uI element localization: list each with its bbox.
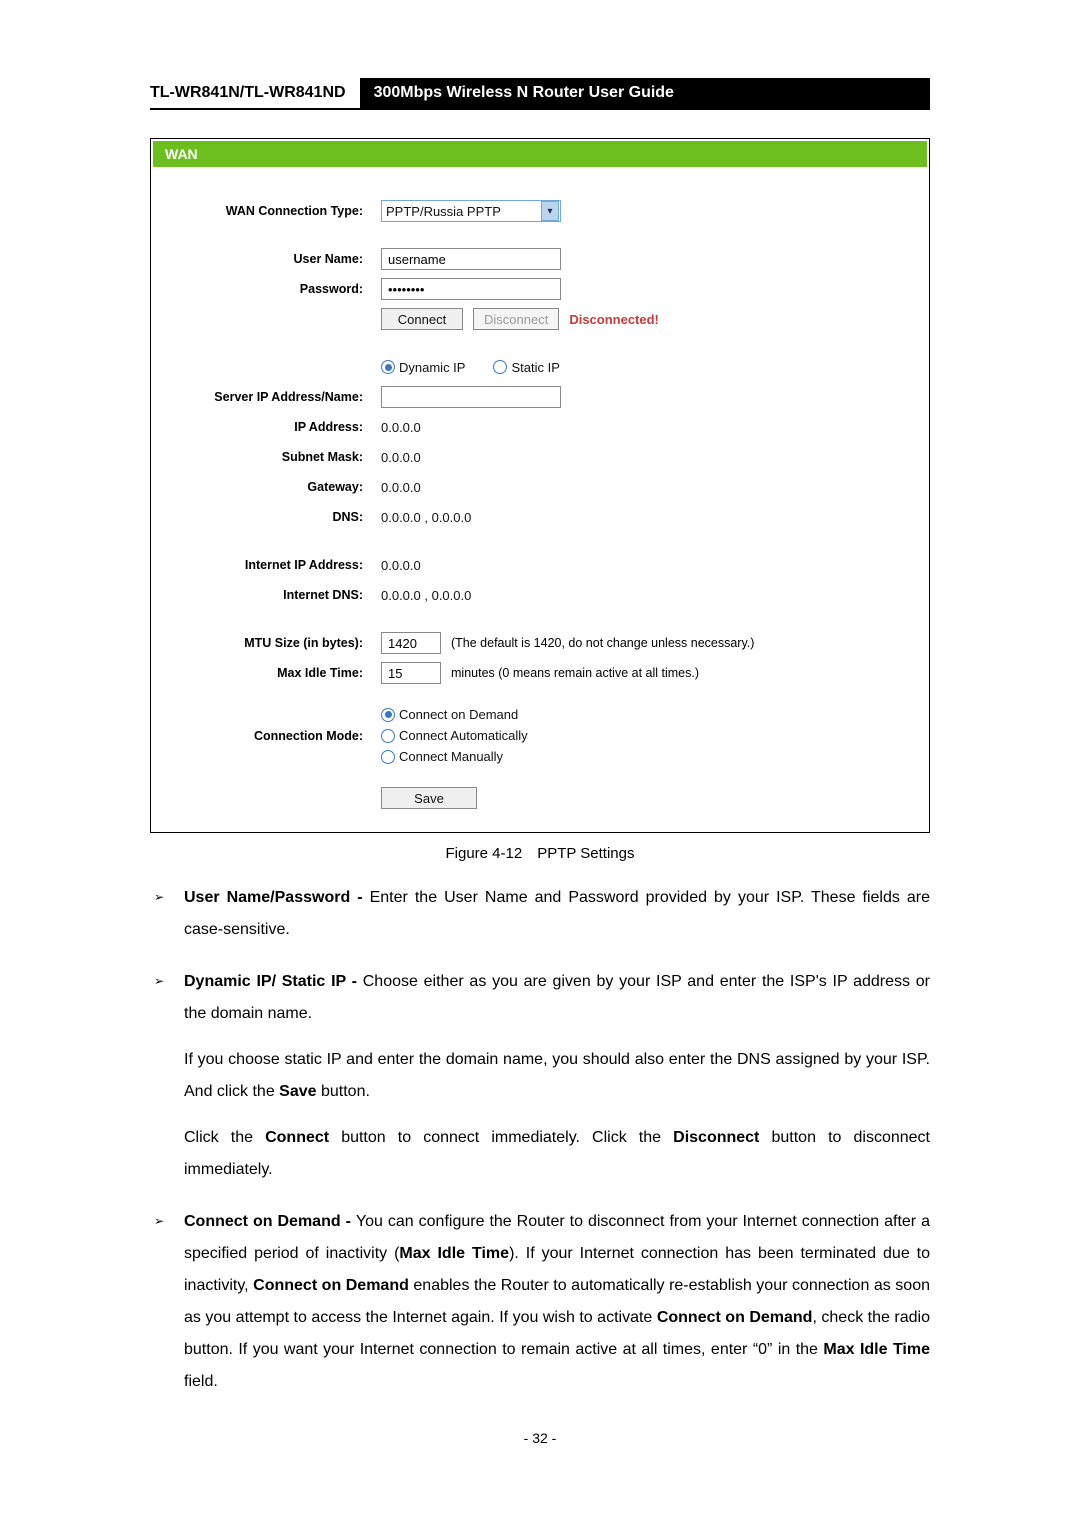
radio-icon <box>381 750 395 764</box>
connection-status: Disconnected! <box>569 312 659 327</box>
label-ip-address: IP Address: <box>153 420 381 434</box>
bullet-heading: User Name/Password - <box>184 889 370 906</box>
internet-dns-value: 0.0.0.0 , 0.0.0.0 <box>381 588 471 603</box>
max-idle-hint: minutes (0 means remain active at all ti… <box>451 666 699 680</box>
wan-connection-type-value: PPTP/Russia PPTP <box>386 204 501 219</box>
save-button[interactable]: Save <box>381 787 477 809</box>
radio-icon <box>381 708 395 722</box>
text-run: field. <box>184 1373 218 1390</box>
label-connection-mode: Connection Mode: <box>153 729 381 743</box>
text-max-idle-time: Max Idle Time <box>823 1341 930 1358</box>
text-save: Save <box>279 1083 316 1100</box>
label-user-name: User Name: <box>153 252 381 266</box>
label-subnet-mask: Subnet Mask: <box>153 450 381 464</box>
connect-button[interactable]: Connect <box>381 308 463 330</box>
label-internet-dns: Internet DNS: <box>153 588 381 602</box>
bullet-heading: Dynamic IP/ Static IP - <box>184 973 363 990</box>
conn-mode-auto-radio[interactable]: Connect Automatically <box>381 728 528 743</box>
list-item: Dynamic IP/ Static IP - Choose either as… <box>150 966 930 1186</box>
label-mtu: MTU Size (in bytes): <box>153 636 381 650</box>
text-disconnect: Disconnect <box>673 1129 759 1146</box>
wan-connection-type-dropdown[interactable]: PPTP/Russia PPTP ▾ <box>381 200 561 222</box>
label-max-idle: Max Idle Time: <box>153 666 381 680</box>
ip-address-value: 0.0.0.0 <box>381 420 421 435</box>
bullet-heading: Connect on Demand - <box>184 1213 356 1230</box>
label-internet-ip: Internet IP Address: <box>153 558 381 572</box>
mtu-hint: (The default is 1420, do not change unle… <box>451 636 754 650</box>
radio-icon <box>493 360 507 374</box>
label-password: Password: <box>153 282 381 296</box>
header-title: 300Mbps Wireless N Router User Guide <box>360 78 930 108</box>
conn-mode-on-demand-label: Connect on Demand <box>399 707 518 722</box>
body-text: User Name/Password - Enter the User Name… <box>150 882 930 1398</box>
server-ip-input[interactable] <box>381 386 561 408</box>
text-run: button. <box>317 1083 370 1100</box>
ip-mode-static-radio[interactable]: Static IP <box>493 360 559 375</box>
ip-mode-dynamic-radio[interactable]: Dynamic IP <box>381 360 465 375</box>
conn-mode-manual-radio[interactable]: Connect Manually <box>381 749 503 764</box>
conn-mode-manual-label: Connect Manually <box>399 749 503 764</box>
ip-mode-static-label: Static IP <box>511 360 559 375</box>
mtu-input[interactable] <box>381 632 441 654</box>
user-name-input[interactable] <box>381 248 561 270</box>
list-item: Connect on Demand - You can configure th… <box>150 1206 930 1398</box>
chevron-down-icon: ▾ <box>541 201 559 221</box>
list-item: User Name/Password - Enter the User Name… <box>150 882 930 946</box>
gateway-value: 0.0.0.0 <box>381 480 421 495</box>
ip-mode-dynamic-label: Dynamic IP <box>399 360 465 375</box>
page-header: TL-WR841N/TL-WR841ND 300Mbps Wireless N … <box>150 78 930 110</box>
disconnect-button[interactable]: Disconnect <box>473 308 559 330</box>
label-gateway: Gateway: <box>153 480 381 494</box>
figure-caption: Figure 4-12 PPTP Settings <box>150 845 930 862</box>
text-max-idle-time: Max Idle Time <box>399 1245 509 1262</box>
password-input[interactable] <box>381 278 561 300</box>
conn-mode-on-demand-radio[interactable]: Connect on Demand <box>381 707 518 722</box>
wan-panel: WAN WAN Connection Type: PPTP/Russia PPT… <box>150 138 930 833</box>
bullet-paragraph: If you choose static IP and enter the do… <box>184 1044 930 1108</box>
text-connect-on-demand: Connect on Demand <box>657 1309 813 1326</box>
page-number: - 32 - <box>150 1430 930 1446</box>
text-connect-on-demand: Connect on Demand <box>253 1277 409 1294</box>
label-dns: DNS: <box>153 510 381 524</box>
max-idle-input[interactable] <box>381 662 441 684</box>
conn-mode-auto-label: Connect Automatically <box>399 728 528 743</box>
dns-value: 0.0.0.0 , 0.0.0.0 <box>381 510 471 525</box>
radio-icon <box>381 729 395 743</box>
label-server-ip: Server IP Address/Name: <box>153 390 381 404</box>
radio-icon <box>381 360 395 374</box>
subnet-mask-value: 0.0.0.0 <box>381 450 421 465</box>
label-wan-connection-type: WAN Connection Type: <box>153 204 381 218</box>
panel-title: WAN <box>153 141 927 167</box>
text-run: Click the <box>184 1129 265 1146</box>
text-run: button to connect immediately. Click the <box>329 1129 673 1146</box>
header-model: TL-WR841N/TL-WR841ND <box>150 78 360 108</box>
internet-ip-value: 0.0.0.0 <box>381 558 421 573</box>
bullet-paragraph: Click the Connect button to connect imme… <box>184 1122 930 1186</box>
text-connect: Connect <box>265 1129 329 1146</box>
